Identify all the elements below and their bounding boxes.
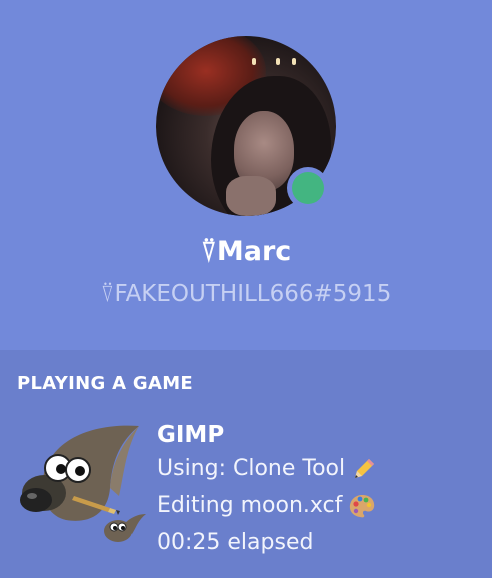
user-tag: ⍢FAKEOUTHILL666#5915 xyxy=(100,281,392,307)
elapsed-time: 00:25 elapsed xyxy=(157,530,314,555)
activity-state-text: Editing moon.xcf xyxy=(157,493,343,518)
game-name: GIMP xyxy=(157,422,225,448)
activity-details-text: Using: Clone Tool xyxy=(157,456,346,481)
username: ⍢Marc xyxy=(0,232,492,272)
activity-state: Editing moon.xcf xyxy=(157,491,376,521)
profile-header: ⍢Marc ⍢FAKEOUTHILL666#5915 xyxy=(0,0,492,350)
status-indicator-online xyxy=(292,172,324,204)
palette-icon xyxy=(350,495,375,518)
username-glyph: ⍢ xyxy=(200,236,217,267)
pencil-icon xyxy=(355,459,375,478)
display-name: Marc xyxy=(216,236,292,267)
avatar-container[interactable] xyxy=(156,36,336,216)
activity-details: Using: Clone Tool xyxy=(157,454,377,484)
activity-section-title: PLAYING A GAME xyxy=(17,373,194,394)
gimp-wilber-icon xyxy=(20,425,146,542)
